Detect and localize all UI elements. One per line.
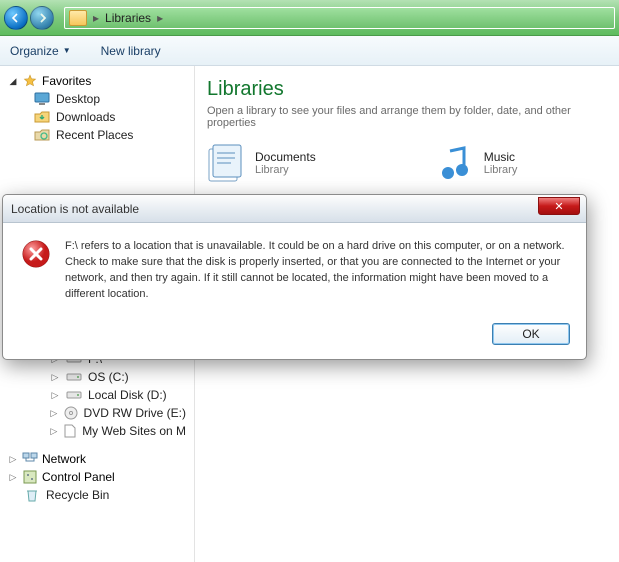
organize-label: Organize [10,44,59,58]
music-library-icon [436,143,474,183]
back-button[interactable] [4,6,28,30]
expand-icon[interactable]: ▷ [8,472,18,483]
sidebar-item-websites[interactable]: ▷ My Web Sites on M [0,422,194,440]
favorites-label: Favorites [42,74,91,88]
expand-icon[interactable]: ▷ [50,426,58,437]
library-kind: Library [255,164,316,176]
controlpanel-label: Control Panel [42,470,115,484]
page-title: Libraries [199,76,619,105]
library-name: Music [484,150,518,164]
library-name: Documents [255,150,316,164]
dialog-titlebar[interactable]: Location is not available ✕ [3,195,586,223]
item-label: My Web Sites on M [82,424,186,438]
expand-icon[interactable]: ▷ [50,408,58,419]
page-icon [64,424,76,438]
controlpanel-header[interactable]: ▷ Control Panel [0,468,194,486]
item-label: Recent Places [56,128,133,142]
address-bar[interactable]: ▸ Libraries ▸ [64,7,615,29]
library-documents[interactable]: Documents Library [207,143,316,183]
expand-icon[interactable]: ▷ [50,390,60,401]
sidebar-item-drive-d[interactable]: ▷ Local Disk (D:) [0,386,194,404]
dialog-message: F:\ refers to a location that is unavail… [65,239,568,303]
favorites-group: ◢ Favorites Desktop Downloads [0,72,194,144]
window-titlebar: ▸ Libraries ▸ [0,0,619,36]
ok-button[interactable]: OK [492,323,570,345]
sidebar-item-recent-places[interactable]: Recent Places [0,126,194,144]
error-icon [21,239,51,269]
disc-icon [64,406,78,420]
new-library-button[interactable]: New library [101,44,161,58]
dialog-body: F:\ refers to a location that is unavail… [3,223,586,313]
dialog-footer: OK [3,313,586,359]
sidebar-item-desktop[interactable]: Desktop [0,90,194,108]
chevron-down-icon: ▼ [63,46,71,55]
library-music[interactable]: Music Library [436,143,518,183]
item-label: DVD RW Drive (E:) [84,406,186,420]
network-icon [22,452,38,466]
item-label: Local Disk (D:) [88,388,167,402]
favorites-star-icon [22,74,38,88]
ok-label: OK [522,327,539,341]
folder-icon [69,10,87,26]
expand-icon[interactable]: ▷ [50,372,60,383]
organize-button[interactable]: Organize ▼ [10,44,71,58]
sidebar-item-downloads[interactable]: Downloads [0,108,194,126]
recyclebin-icon [24,488,40,502]
page-subtitle: Open a library to see your files and arr… [199,105,619,143]
toolbar: Organize ▼ New library [0,36,619,66]
downloads-icon [34,110,50,124]
library-kind: Library [484,164,518,176]
new-library-label: New library [101,44,161,58]
network-label: Network [42,452,86,466]
drive-icon [66,370,82,384]
favorites-header[interactable]: ◢ Favorites [0,72,194,90]
item-label: Desktop [56,92,100,106]
breadcrumb-root[interactable]: Libraries [105,11,151,25]
collapse-icon[interactable]: ◢ [8,76,18,87]
dialog-title-text: Location is not available [11,202,139,216]
close-icon: ✕ [554,200,563,213]
drive-icon [66,388,82,402]
sidebar-item-drive-c[interactable]: ▷ OS (C:) [0,368,194,386]
sidebar-item-dvd-drive[interactable]: ▷ DVD RW Drive (E:) [0,404,194,422]
error-dialog: Location is not available ✕ F:\ refers t… [2,194,587,360]
sidebar-item-recyclebin[interactable]: Recycle Bin [0,486,194,504]
item-label: Recycle Bin [46,488,109,502]
dialog-close-button[interactable]: ✕ [538,197,580,215]
item-label: Downloads [56,110,115,124]
documents-library-icon [207,143,245,183]
libraries-grid: Documents Library Music Library [199,143,619,183]
controlpanel-icon [22,470,38,484]
desktop-icon [34,92,50,106]
nav-buttons [4,6,54,30]
item-label: OS (C:) [88,370,129,384]
network-header[interactable]: ▷ Network [0,450,194,468]
expand-icon[interactable]: ▷ [8,454,18,465]
forward-button[interactable] [30,6,54,30]
recent-places-icon [34,128,50,142]
